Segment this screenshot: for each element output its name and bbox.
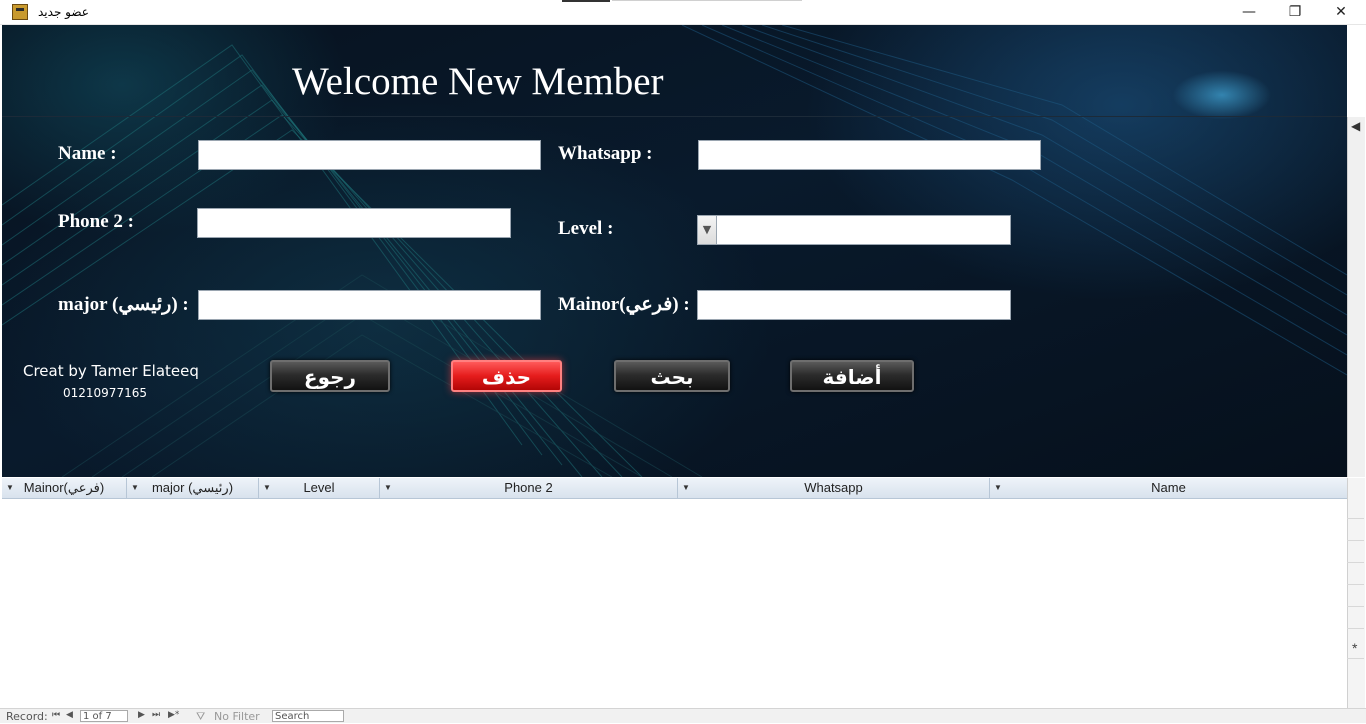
tab-indicator (562, 0, 610, 2)
row-divider (1347, 606, 1364, 607)
form-scrollbar[interactable]: ◀ (1347, 117, 1365, 477)
column-header-name[interactable]: ▼ Name (990, 478, 1347, 498)
new-record-marker[interactable]: * (1352, 640, 1357, 656)
column-header-major[interactable]: ▼ major (رئيسي) (127, 478, 259, 498)
record-label: Record: (6, 710, 48, 723)
row-divider (1347, 518, 1364, 519)
record-navigation-bar: Record: ⏮ ◀ 1 of 7 ▶ ⏭ ▶* ⛛ No Filter Se… (0, 708, 1366, 723)
column-header-whatsapp[interactable]: ▼ Whatsapp (678, 478, 990, 498)
column-header-level[interactable]: ▼ Level (259, 478, 380, 498)
column-dropdown-icon[interactable]: ▼ (263, 478, 271, 498)
window-title: عضو جديد (38, 5, 89, 19)
major-field[interactable] (198, 290, 541, 320)
column-header-label: Level (303, 480, 335, 495)
previous-record-icon[interactable]: ◀ (66, 710, 73, 720)
row-divider (1347, 540, 1364, 541)
row-divider (1347, 562, 1364, 563)
last-record-icon[interactable]: ⏭ (152, 710, 160, 720)
minor-label: Mainor(فرعي) : (558, 294, 690, 315)
chevron-down-icon[interactable]: ▼ (698, 216, 717, 244)
filter-status[interactable]: No Filter (214, 710, 260, 723)
back-button[interactable]: رجوع (270, 360, 390, 392)
phone2-label: Phone 2 : (58, 211, 134, 232)
new-record-icon[interactable]: ▶* (168, 710, 179, 720)
column-dropdown-icon[interactable]: ▼ (994, 478, 1002, 498)
minimize-icon[interactable]: — (1229, 2, 1269, 22)
column-dropdown-icon[interactable]: ▼ (682, 478, 690, 498)
name-field[interactable] (198, 140, 541, 170)
column-header-phone2[interactable]: ▼ Phone 2 (380, 478, 678, 498)
column-header-label: major (رئيسي) (151, 480, 234, 495)
minor-field[interactable] (697, 290, 1011, 320)
credit-text: Creat by Tamer Elateeq (23, 362, 199, 380)
column-dropdown-icon[interactable]: ▼ (6, 478, 14, 498)
phone2-field[interactable] (197, 208, 511, 238)
next-record-icon[interactable]: ▶ (138, 710, 145, 720)
record-selector-column[interactable] (1347, 478, 1365, 708)
major-label: major (رئيسي) : (58, 294, 189, 315)
delete-button[interactable]: حذف (451, 360, 562, 392)
row-divider (1347, 658, 1364, 659)
search-button[interactable]: بحث (614, 360, 730, 392)
access-form-icon (12, 4, 28, 20)
column-header-label: Name (1151, 480, 1186, 495)
add-button[interactable]: أضافة (790, 360, 914, 392)
column-header-label: Mainor(فرعي) (23, 480, 105, 495)
background-artwork (2, 25, 1347, 477)
header-divider (2, 116, 1347, 117)
current-record-field[interactable]: 1 of 7 (80, 710, 128, 722)
row-divider (1347, 628, 1364, 629)
restore-icon[interactable]: ❐ (1275, 2, 1315, 22)
tab-indicator-track (612, 0, 802, 1)
page-title: Welcome New Member (292, 60, 664, 103)
first-record-icon[interactable]: ⏮ (52, 710, 60, 720)
credit-phone: 01210977165 (63, 386, 147, 400)
whatsapp-label: Whatsapp : (558, 143, 653, 164)
members-datasheet: ▼ Mainor(فرعي) ▼ major (رئيسي) ▼ Level ▼… (2, 478, 1365, 708)
scroll-left-icon[interactable]: ◀ (1351, 119, 1360, 133)
row-divider (1347, 584, 1364, 585)
close-icon[interactable]: ✕ (1321, 2, 1361, 22)
level-combobox[interactable]: ▼ (697, 215, 1011, 245)
column-header-label: Whatsapp (804, 480, 863, 495)
name-label: Name : (58, 143, 117, 164)
whatsapp-field[interactable] (698, 140, 1041, 170)
datasheet-header: ▼ Mainor(فرعي) ▼ major (رئيسي) ▼ Level ▼… (2, 478, 1347, 499)
column-dropdown-icon[interactable]: ▼ (131, 478, 139, 498)
search-input[interactable]: Search (272, 710, 344, 722)
column-dropdown-icon[interactable]: ▼ (384, 478, 392, 498)
window-titlebar: عضو جديد — ❐ ✕ (0, 0, 1366, 25)
column-header-minor[interactable]: ▼ Mainor(فرعي) (2, 478, 127, 498)
column-header-label: Phone 2 (504, 480, 553, 495)
member-form: Welcome New Member Name : Whatsapp : Pho… (2, 25, 1347, 477)
level-label: Level : (558, 218, 614, 239)
